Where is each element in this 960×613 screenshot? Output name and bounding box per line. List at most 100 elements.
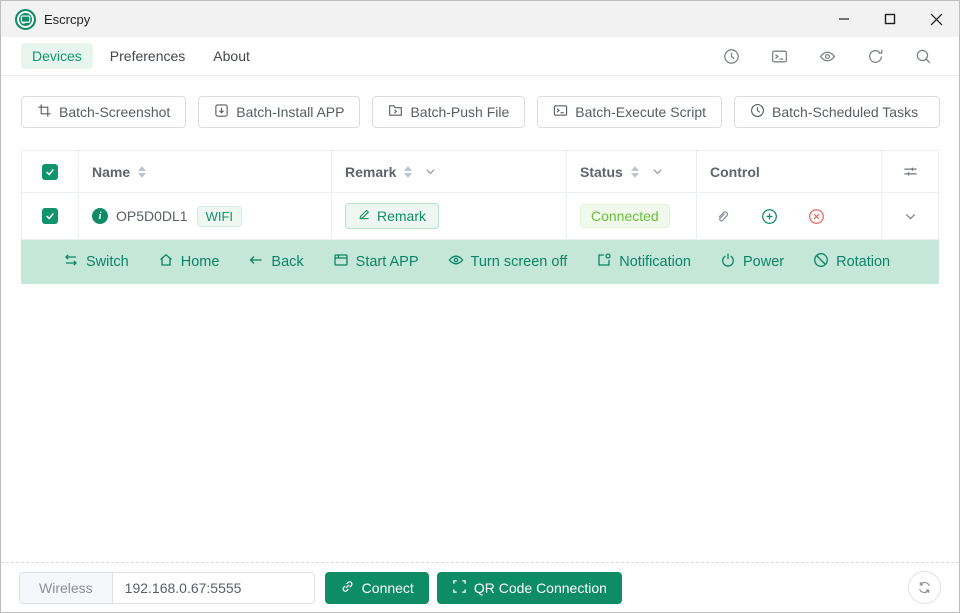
device-status-cell: Connected <box>567 193 697 240</box>
column-settings-icon[interactable] <box>903 164 918 179</box>
power-label: Power <box>742 254 785 270</box>
terminal-icon[interactable] <box>771 48 788 65</box>
folder-icon <box>388 103 403 121</box>
tab-bar: Devices Preferences About <box>1 37 959 76</box>
control-column-header: Control <box>697 151 882 193</box>
add-circle-icon[interactable] <box>761 208 778 225</box>
select-all-checkbox[interactable] <box>42 163 58 180</box>
connect-button[interactable]: Connect <box>324 571 429 604</box>
batch-actions-row: Batch-Screenshot Batch-Install APP Batch… <box>21 96 959 128</box>
device-address-input[interactable] <box>112 572 314 603</box>
batch-push-file-button[interactable]: Batch-Push File <box>372 96 526 128</box>
device-control-cell <box>697 193 882 240</box>
device-select-cell <box>21 193 79 240</box>
qr-button-label: QR Code Connection <box>473 579 607 596</box>
switch-label: Switch <box>86 254 129 270</box>
maximize-button[interactable] <box>867 1 913 37</box>
device-actions-row: Switch Home Back Start APP Turn screen o… <box>21 240 939 284</box>
tab-preferences[interactable]: Preferences <box>99 43 196 69</box>
home-icon <box>158 252 174 272</box>
tab-devices[interactable]: Devices <box>21 43 93 69</box>
connection-mode-select[interactable]: Wireless <box>20 572 113 603</box>
back-arrow-icon <box>248 252 264 272</box>
batch-push-file-label: Batch-Push File <box>410 104 510 120</box>
batch-install-app-button[interactable]: Batch-Install APP <box>198 96 361 128</box>
column-settings-cell <box>882 151 939 193</box>
status-sort-control[interactable] <box>630 165 639 178</box>
disconnect-circle-icon[interactable] <box>808 208 825 225</box>
title-bar: Escrcpy <box>1 1 959 37</box>
rotation-action[interactable]: Rotation <box>813 252 890 272</box>
name-column-header: Name <box>79 151 332 193</box>
remark-filter-chevron-icon[interactable] <box>424 165 437 178</box>
device-name: OP5D0DL1 <box>116 208 188 224</box>
app-box-icon <box>333 252 349 272</box>
tab-about[interactable]: About <box>202 43 261 69</box>
batch-execute-script-button[interactable]: Batch-Execute Script <box>537 96 723 128</box>
remark-button[interactable]: Remark <box>345 203 440 229</box>
device-checkbox[interactable] <box>42 208 58 224</box>
status-header-label: Status <box>580 163 623 180</box>
mirror-link-icon[interactable] <box>715 208 731 224</box>
batch-screenshot-button[interactable]: Batch-Screenshot <box>21 96 187 128</box>
control-header-label: Control <box>710 163 760 180</box>
turn-screen-off-label: Turn screen off <box>470 254 568 270</box>
screen-eye-icon <box>448 252 464 272</box>
close-button[interactable] <box>913 1 959 37</box>
window-controls <box>821 1 959 37</box>
remark-sort-control[interactable] <box>404 165 413 178</box>
name-sort-control[interactable] <box>138 165 147 178</box>
empty-content-area <box>1 284 959 562</box>
footer-bar: Wireless Connect QR Code Connection <box>1 562 959 612</box>
status-filter-chevron-icon[interactable] <box>651 165 664 178</box>
qr-code-connection-button[interactable]: QR Code Connection <box>436 571 622 604</box>
device-table: Name Remark Status Control i OP5D0DL1 WI… <box>21 150 939 284</box>
refresh-icon[interactable] <box>867 48 884 65</box>
toolbar-icons <box>723 48 939 65</box>
table-header-row: Name Remark Status Control <box>21 151 939 193</box>
back-action[interactable]: Back <box>248 252 304 272</box>
home-action[interactable]: Home <box>158 252 220 272</box>
select-all-cell <box>21 151 79 193</box>
name-header-label: Name <box>92 163 131 180</box>
back-label: Back <box>271 254 304 270</box>
link-icon <box>340 579 355 597</box>
notification-action[interactable]: Notification <box>596 252 691 272</box>
device-action-bar: Switch Home Back Start APP Turn screen o… <box>21 240 939 284</box>
app-window: Escrcpy Devices Preferences About Batch-… <box>0 0 960 613</box>
switch-action[interactable]: Switch <box>63 252 129 272</box>
minimize-button[interactable] <box>821 1 867 37</box>
history-icon[interactable] <box>723 48 740 65</box>
batch-scheduled-tasks-button[interactable]: Batch-Scheduled Tasks <box>734 96 941 128</box>
start-app-label: Start APP <box>355 254 419 270</box>
power-action[interactable]: Power <box>720 252 784 272</box>
refresh-devices-button[interactable] <box>908 571 941 604</box>
remark-button-label: Remark <box>377 208 427 224</box>
status-badge: Connected <box>580 204 670 228</box>
app-logo-icon <box>15 8 36 30</box>
clock-icon <box>750 103 765 121</box>
switch-icon <box>63 252 79 272</box>
remark-column-header: Remark <box>332 151 567 193</box>
device-expand-cell <box>882 193 939 240</box>
eye-icon[interactable] <box>819 48 836 65</box>
connect-button-label: Connect <box>361 579 414 596</box>
pencil-icon <box>358 208 371 224</box>
search-icon[interactable] <box>915 48 932 65</box>
home-label: Home <box>180 254 220 270</box>
batch-screenshot-label: Batch-Screenshot <box>59 104 171 120</box>
device-info-icon[interactable]: i <box>92 208 108 224</box>
turn-screen-off-action[interactable]: Turn screen off <box>448 252 568 272</box>
device-name-cell: i OP5D0DL1 WIFI <box>79 193 332 240</box>
crop-icon <box>37 103 52 121</box>
window-title: Escrcpy <box>44 11 91 27</box>
notification-label: Notification <box>619 254 691 270</box>
rotation-label: Rotation <box>836 254 891 270</box>
address-input-group: Wireless <box>19 571 315 604</box>
wifi-badge: WIFI <box>196 205 243 227</box>
batch-execute-script-label: Batch-Execute Script <box>575 104 707 120</box>
start-app-action[interactable]: Start APP <box>333 252 419 272</box>
batch-install-app-label: Batch-Install APP <box>236 104 345 120</box>
expand-row-chevron-icon[interactable] <box>903 209 918 224</box>
batch-scheduled-tasks-label: Batch-Scheduled Tasks <box>772 104 919 120</box>
